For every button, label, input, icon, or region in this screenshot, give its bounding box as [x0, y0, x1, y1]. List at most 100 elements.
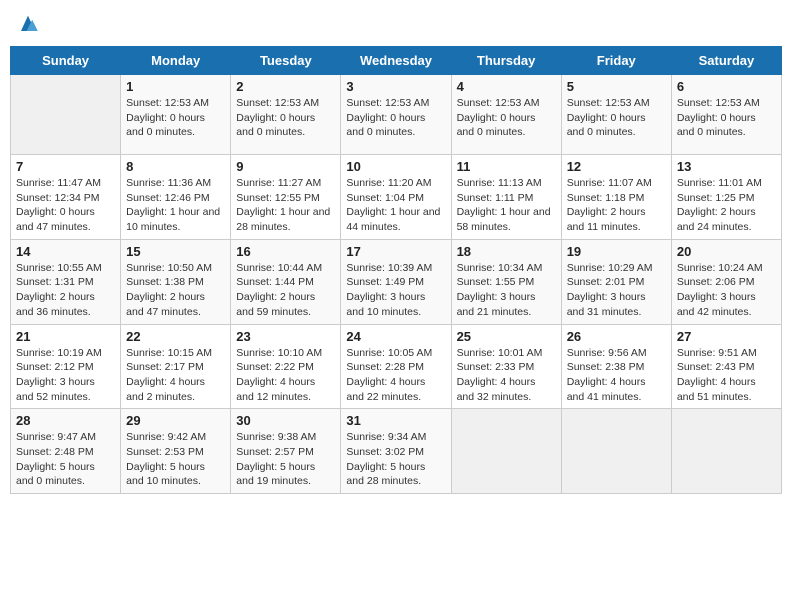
week-row-5: 28 Sunrise: 9:47 AM Sunset: 2:48 PM Dayli… — [11, 409, 782, 494]
day-info: Sunrise: 10:10 AM Sunset: 2:22 PM Daylig… — [236, 346, 335, 405]
day-info: Sunrise: 10:19 AM Sunset: 2:12 PM Daylig… — [16, 346, 115, 405]
day-number: 19 — [567, 244, 666, 259]
day-info: Sunrise: 11:01 AM Sunset: 1:25 PM Daylig… — [677, 176, 776, 235]
day-info: Sunset: 12:53 AM Daylight: 0 hours and 0… — [457, 96, 556, 140]
day-cell: 26Sunrise: 9:56 AM Sunset: 2:38 PM Dayli… — [561, 324, 671, 409]
day-cell: 18 Sunrise: 10:34 AM Sunset: 1:55 PM Dayl… — [451, 239, 561, 324]
day-cell: 7 Sunrise: 11:47 AM Sunset: 12:34 PM Dayl… — [11, 155, 121, 240]
day-cell: 21 Sunrise: 10:19 AM Sunset: 2:12 PM Dayl… — [11, 324, 121, 409]
day-cell: 9 Sunrise: 11:27 AM Sunset: 12:55 PM Dayl… — [231, 155, 341, 240]
day-cell: 11 Sunrise: 11:13 AM Sunset: 1:11 PM Dayl… — [451, 155, 561, 240]
day-cell: 24 Sunrise: 10:05 AM Sunset: 2:28 PM Dayl… — [341, 324, 451, 409]
day-info: Sunrise: 10:29 AM Sunset: 2:01 PM Daylig… — [567, 261, 666, 320]
day-number: 5 — [567, 79, 666, 94]
day-info: Sunrise: 9:34 AM Sunset: 3:02 PM Dayligh… — [346, 430, 445, 489]
day-cell: 13 Sunrise: 11:01 AM Sunset: 1:25 PM Dayl… — [671, 155, 781, 240]
day-number: 11 — [457, 159, 556, 174]
day-info: Sunset: 12:53 AM Daylight: 0 hours and 0… — [126, 96, 225, 140]
day-number: 17 — [346, 244, 445, 259]
day-number: 2 — [236, 79, 335, 94]
day-cell: 29 Sunrise: 9:42 AM Sunset: 2:53 PM Dayli… — [121, 409, 231, 494]
day-cell: 20 Sunrise: 10:24 AM Sunset: 2:06 PM Dayl… — [671, 239, 781, 324]
day-number: 9 — [236, 159, 335, 174]
day-cell: 30Sunrise: 9:38 AM Sunset: 2:57 PM Dayli… — [231, 409, 341, 494]
day-header-sunday: Sunday — [11, 47, 121, 75]
day-cell: 17 Sunrise: 10:39 AM Sunset: 1:49 PM Dayl… — [341, 239, 451, 324]
day-cell: 23Sunrise: 10:10 AM Sunset: 2:22 PM Dayl… — [231, 324, 341, 409]
calendar-body: 1 Sunset: 12:53 AM Daylight: 0 hours and … — [11, 75, 782, 494]
day-number: 18 — [457, 244, 556, 259]
day-number: 7 — [16, 159, 115, 174]
day-cell: 28 Sunrise: 9:47 AM Sunset: 2:48 PM Dayli… — [11, 409, 121, 494]
day-number: 27 — [677, 329, 776, 344]
day-number: 14 — [16, 244, 115, 259]
day-info: Sunrise: 10:24 AM Sunset: 2:06 PM Daylig… — [677, 261, 776, 320]
week-row-3: 14 Sunrise: 10:55 AM Sunset: 1:31 PM Dayl… — [11, 239, 782, 324]
day-cell: 12 Sunrise: 11:07 AM Sunset: 1:18 PM Dayl… — [561, 155, 671, 240]
day-cell: 6 Sunset: 12:53 AM Daylight: 0 hours and … — [671, 75, 781, 155]
day-info: Sunrise: 11:13 AM Sunset: 1:11 PM Daylig… — [457, 176, 556, 235]
day-info: Sunrise: 11:36 AM Sunset: 12:46 PM Dayli… — [126, 176, 225, 235]
day-info: Sunrise: 11:20 AM Sunset: 1:04 PM Daylig… — [346, 176, 445, 235]
page-header — [10, 10, 782, 38]
day-cell — [11, 75, 121, 155]
day-cell: 4 Sunset: 12:53 AM Daylight: 0 hours and … — [451, 75, 561, 155]
day-cell: 31 Sunrise: 9:34 AM Sunset: 3:02 PM Dayli… — [341, 409, 451, 494]
logo-icon — [14, 10, 42, 38]
day-info: Sunrise: 10:44 AM Sunset: 1:44 PM Daylig… — [236, 261, 335, 320]
day-info: Sunrise: 10:50 AM Sunset: 1:38 PM Daylig… — [126, 261, 225, 320]
day-number: 1 — [126, 79, 225, 94]
day-number: 20 — [677, 244, 776, 259]
day-info: Sunrise: 9:47 AM Sunset: 2:48 PM Dayligh… — [16, 430, 115, 489]
day-info: Sunrise: 10:05 AM Sunset: 2:28 PM Daylig… — [346, 346, 445, 405]
day-number: 28 — [16, 413, 115, 428]
day-info: Sunrise: 11:27 AM Sunset: 12:55 PM Dayli… — [236, 176, 335, 235]
day-header-thursday: Thursday — [451, 47, 561, 75]
day-number: 12 — [567, 159, 666, 174]
day-number: 22 — [126, 329, 225, 344]
week-row-1: 1 Sunset: 12:53 AM Daylight: 0 hours and … — [11, 75, 782, 155]
day-info: Sunrise: 11:47 AM Sunset: 12:34 PM Dayli… — [16, 176, 115, 235]
day-cell: 16 Sunrise: 10:44 AM Sunset: 1:44 PM Dayl… — [231, 239, 341, 324]
day-cell: 22 Sunrise: 10:15 AM Sunset: 2:17 PM Dayl… — [121, 324, 231, 409]
day-cell: 25 Sunrise: 10:01 AM Sunset: 2:33 PM Dayl… — [451, 324, 561, 409]
day-number: 31 — [346, 413, 445, 428]
day-number: 8 — [126, 159, 225, 174]
day-number: 10 — [346, 159, 445, 174]
day-number: 21 — [16, 329, 115, 344]
day-number: 15 — [126, 244, 225, 259]
day-info: Sunrise: 10:01 AM Sunset: 2:33 PM Daylig… — [457, 346, 556, 405]
day-info: Sunset: 12:53 AM Daylight: 0 hours and 0… — [236, 96, 335, 140]
day-cell: 3Sunset: 12:53 AM Daylight: 0 hours and … — [341, 75, 451, 155]
day-number: 6 — [677, 79, 776, 94]
day-info: Sunset: 12:53 AM Daylight: 0 hours and 0… — [677, 96, 776, 140]
day-number: 24 — [346, 329, 445, 344]
day-number: 13 — [677, 159, 776, 174]
day-cell: 8 Sunrise: 11:36 AM Sunset: 12:46 PM Dayl… — [121, 155, 231, 240]
day-header-friday: Friday — [561, 47, 671, 75]
day-cell: 27Sunrise: 9:51 AM Sunset: 2:43 PM Dayli… — [671, 324, 781, 409]
day-cell: 2 Sunset: 12:53 AM Daylight: 0 hours and … — [231, 75, 341, 155]
day-number: 25 — [457, 329, 556, 344]
day-info: Sunset: 12:53 AM Daylight: 0 hours and 0… — [567, 96, 666, 140]
day-info: Sunrise: 11:07 AM Sunset: 1:18 PM Daylig… — [567, 176, 666, 235]
day-info: Sunrise: 10:34 AM Sunset: 1:55 PM Daylig… — [457, 261, 556, 320]
day-cell: 14 Sunrise: 10:55 AM Sunset: 1:31 PM Dayl… — [11, 239, 121, 324]
day-info: Sunrise: 10:39 AM Sunset: 1:49 PM Daylig… — [346, 261, 445, 320]
day-info: Sunset: 12:53 AM Daylight: 0 hours and 0… — [346, 96, 445, 140]
day-number: 30 — [236, 413, 335, 428]
day-number: 4 — [457, 79, 556, 94]
day-info: Sunrise: 9:42 AM Sunset: 2:53 PM Dayligh… — [126, 430, 225, 489]
day-cell: 1 Sunset: 12:53 AM Daylight: 0 hours and … — [121, 75, 231, 155]
day-info: Sunrise: 10:55 AM Sunset: 1:31 PM Daylig… — [16, 261, 115, 320]
day-number: 29 — [126, 413, 225, 428]
logo — [14, 10, 46, 38]
day-cell: 10 Sunrise: 11:20 AM Sunset: 1:04 PM Dayl… — [341, 155, 451, 240]
calendar-header: SundayMondayTuesdayWednesdayThursdayFrid… — [11, 47, 782, 75]
day-number: 16 — [236, 244, 335, 259]
day-cell — [671, 409, 781, 494]
day-cell: 5 Sunset: 12:53 AM Daylight: 0 hours and … — [561, 75, 671, 155]
day-cell: 15 Sunrise: 10:50 AM Sunset: 1:38 PM Dayl… — [121, 239, 231, 324]
day-headers-row: SundayMondayTuesdayWednesdayThursdayFrid… — [11, 47, 782, 75]
day-info: Sunrise: 10:15 AM Sunset: 2:17 PM Daylig… — [126, 346, 225, 405]
